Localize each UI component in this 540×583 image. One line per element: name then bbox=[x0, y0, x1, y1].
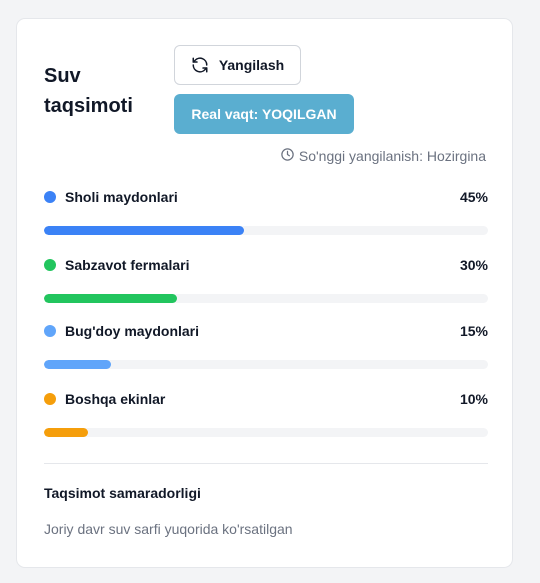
card-title: Suv taqsimoti bbox=[44, 61, 164, 121]
efficiency-title: Taqsimot samaradorligi bbox=[44, 485, 201, 501]
refresh-button-label: Yangilash bbox=[218, 57, 285, 73]
realtime-toggle-label: Real vaqt: YOQILGAN bbox=[191, 106, 337, 122]
rice-label: Sholi maydonlari bbox=[65, 189, 178, 205]
distribution-row-vegetables: Sabzavot fermalari 30% bbox=[44, 255, 488, 303]
distribution-row-other: Boshqa ekinlar 10% bbox=[44, 389, 488, 437]
last-updated: So'nggi yangilanish: Hozirgina bbox=[280, 147, 486, 165]
card-title-line2: taqsimoti bbox=[44, 95, 133, 117]
other-percent: 10% bbox=[459, 391, 488, 407]
section-divider bbox=[44, 463, 488, 464]
card-title-line1: Suv bbox=[44, 65, 81, 87]
vegetables-progress-track bbox=[44, 294, 488, 303]
vegetables-progress-fill bbox=[44, 294, 178, 303]
rice-progress-fill bbox=[44, 226, 244, 235]
wheat-progress-track bbox=[44, 360, 488, 369]
other-progress-track bbox=[44, 428, 488, 437]
efficiency-text: Joriy davr suv sarfi yuqorida ko'rsatilg… bbox=[44, 521, 293, 537]
other-color-dot bbox=[44, 393, 56, 405]
realtime-toggle-button[interactable]: Real vaqt: YOQILGAN bbox=[174, 94, 354, 134]
last-updated-text: So'nggi yangilanish: Hozirgina bbox=[298, 148, 486, 164]
rice-percent: 45% bbox=[459, 189, 488, 205]
wheat-percent: 15% bbox=[459, 323, 488, 339]
rice-color-dot bbox=[44, 191, 56, 203]
clock-icon bbox=[280, 147, 295, 165]
rice-progress-track bbox=[44, 226, 488, 235]
wheat-color-dot bbox=[44, 325, 56, 337]
distribution-row-rice: Sholi maydonlari 45% bbox=[44, 187, 488, 235]
other-label: Boshqa ekinlar bbox=[65, 391, 166, 407]
water-distribution-card: Suv taqsimoti Yangilash Real vaqt: YOQIL… bbox=[16, 18, 513, 568]
vegetables-label: Sabzavot fermalari bbox=[65, 257, 190, 273]
distribution-row-wheat: Bug'doy maydonlari 15% bbox=[44, 321, 488, 369]
wheat-progress-fill bbox=[44, 360, 111, 369]
other-progress-fill bbox=[44, 428, 89, 437]
vegetables-percent: 30% bbox=[459, 257, 488, 273]
vegetables-color-dot bbox=[44, 259, 56, 271]
refresh-icon bbox=[191, 56, 209, 74]
wheat-label: Bug'doy maydonlari bbox=[65, 323, 200, 339]
refresh-button[interactable]: Yangilash bbox=[174, 45, 301, 85]
